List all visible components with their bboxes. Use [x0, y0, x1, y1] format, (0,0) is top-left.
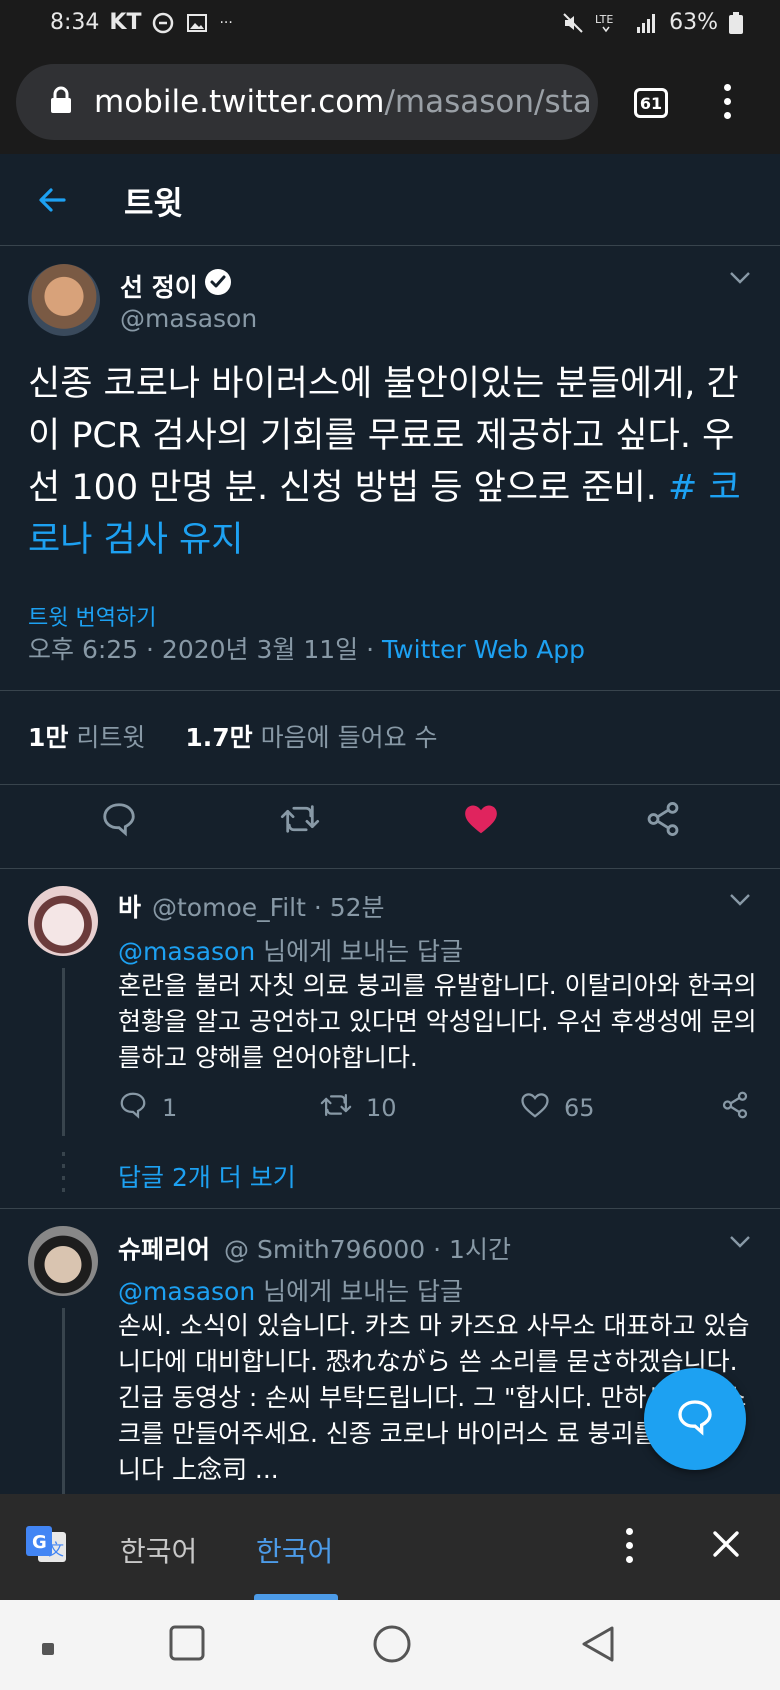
mute-icon — [561, 11, 585, 35]
nav-dot-icon — [42, 1640, 54, 1659]
thread-line — [62, 1308, 65, 1494]
browser-menu-button[interactable] — [716, 82, 740, 122]
avatar[interactable] — [28, 886, 98, 956]
page-title: 트윗 — [124, 184, 183, 222]
arrow-left-icon[interactable] — [36, 184, 68, 220]
divider — [0, 690, 780, 691]
divider — [0, 784, 780, 785]
like-count: 65 — [564, 1094, 595, 1122]
retweet-icon — [320, 1090, 352, 1126]
tweet-meta: 오후 6:25 · 2020년 3월 11일 · Twitter Web App — [28, 630, 585, 666]
author-name[interactable]: 선 정이 — [120, 268, 198, 304]
close-icon[interactable] — [710, 1528, 742, 1564]
recent-apps-icon[interactable] — [168, 1624, 206, 1666]
system-nav-bar — [0, 1600, 780, 1690]
bixby-icon — [151, 11, 175, 35]
avatar[interactable] — [28, 1226, 98, 1296]
home-icon[interactable] — [372, 1624, 412, 1668]
show-more-replies-link[interactable]: 답글 2개 더 보기 — [118, 1158, 296, 1194]
signal-icon — [635, 11, 659, 35]
reply-to-line: @masason 님에게 보내는 답글 — [118, 932, 463, 968]
like-label: 마음에 들어요 수 — [260, 723, 438, 752]
chevron-down-icon[interactable] — [728, 270, 752, 290]
reply-author-name[interactable]: 바 — [118, 888, 141, 924]
share-icon[interactable] — [644, 800, 682, 842]
gallery-icon — [185, 11, 209, 35]
heart-icon — [520, 1090, 550, 1126]
share-icon — [720, 1090, 750, 1126]
reply-author-handle[interactable]: @ Smith796000 · 1시간 — [224, 1230, 511, 1266]
lte-icon: LTE — [595, 11, 625, 35]
reply-to-suffix: 님에게 보내는 답글 — [255, 937, 464, 966]
reply-icon — [118, 1090, 148, 1126]
chevron-down-icon[interactable] — [728, 1234, 752, 1254]
compose-icon — [675, 1397, 715, 1441]
google-translate-icon: 文G — [24, 1524, 68, 1568]
avatar[interactable] — [28, 264, 100, 336]
reply-action-reply[interactable]: 1 — [118, 1090, 177, 1126]
back-nav-icon[interactable] — [580, 1624, 616, 1668]
like-stat[interactable]: 1.7만 마음에 들어요 수 — [185, 718, 437, 754]
divider — [0, 1208, 780, 1209]
translate-bar: 文G 한국어 한국어 — [0, 1494, 780, 1600]
thread-line — [62, 968, 65, 1136]
battery-icon — [728, 11, 744, 35]
svg-text:LTE: LTE — [595, 13, 613, 26]
reply-icon[interactable] — [100, 800, 138, 842]
reply-to-handle[interactable]: @masason — [118, 937, 255, 966]
reply-text: 혼란을 불러 자칫 의료 붕괴를 유발합니다. 이탈리아와 한국의 현황을 알고… — [118, 971, 757, 1072]
tab-switcher-button[interactable]: 61 — [634, 88, 668, 118]
target-language-tab[interactable]: 한국어 — [256, 1530, 333, 1570]
status-time: 8:34 — [50, 10, 100, 35]
status-more: ··· — [219, 14, 233, 31]
address-bar[interactable]: mobile.twitter.com/masason/sta — [16, 64, 598, 140]
battery-percent: 63% — [669, 10, 718, 35]
retweet-label: 리트윗 — [76, 723, 146, 752]
translate-tweet-link[interactable]: 트윗 번역하기 — [28, 600, 156, 632]
tweet-body: 신종 코로나 바이러스에 불안이있는 분들에게, 간이 PCR 검사의 기회를 … — [28, 364, 739, 508]
reply-action-like[interactable]: 65 — [520, 1090, 595, 1126]
like-count: 1.7만 — [185, 723, 253, 752]
retweet-stat[interactable]: 1만 리트윗 — [28, 718, 145, 754]
compose-button[interactable] — [644, 1368, 746, 1470]
retweet-icon[interactable] — [280, 800, 320, 842]
reply-author-name[interactable]: 슈페리어 — [118, 1230, 210, 1266]
page-header: 트윗 — [0, 154, 780, 246]
lock-icon — [50, 86, 72, 118]
verified-badge-icon — [204, 268, 232, 300]
browser-toolbar: mobile.twitter.com/masason/sta 61 — [0, 50, 780, 154]
tweet-source-link[interactable]: Twitter Web App — [382, 635, 585, 664]
source-language-tab[interactable]: 한국어 — [120, 1530, 197, 1570]
author-handle[interactable]: @masason — [120, 304, 257, 333]
thread-dots — [62, 1152, 65, 1192]
retweet-count: 1만 — [28, 723, 69, 752]
status-bar: 8:34 KT ··· LTE 63% — [0, 0, 780, 50]
reply-count: 1 — [162, 1094, 178, 1122]
status-carrier: KT — [109, 10, 142, 35]
tweet-timestamp: 오후 6:25 · 2020년 3월 11일 · — [28, 635, 383, 664]
reply-action-share[interactable] — [720, 1090, 750, 1126]
reply-to-handle[interactable]: @masason — [118, 1277, 255, 1306]
reply-author-handle[interactable]: @tomoe_Filt · 52분 — [152, 888, 385, 924]
url-host: mobile.twitter.com — [94, 84, 385, 120]
retweet-count: 10 — [366, 1094, 397, 1122]
tweet-actions — [0, 800, 780, 860]
reply-action-retweet[interactable]: 10 — [320, 1090, 397, 1126]
svg-text:G: G — [32, 1532, 47, 1553]
tweet-stats: 1만 리트윗 1.7만 마음에 들어요 수 — [28, 718, 438, 754]
reply-to-line: @masason 님에게 보내는 답글 — [118, 1272, 463, 1308]
tweet-text: 신종 코로나 바이러스에 불안이있는 분들에게, 간이 PCR 검사의 기회를 … — [28, 358, 748, 566]
url-path: /masason/sta — [384, 84, 592, 120]
heart-icon[interactable] — [462, 800, 500, 842]
divider — [0, 868, 780, 869]
reply-to-suffix: 님에게 보내는 답글 — [255, 1277, 464, 1306]
translate-menu-button[interactable] — [618, 1524, 642, 1568]
chevron-down-icon[interactable] — [728, 892, 752, 912]
